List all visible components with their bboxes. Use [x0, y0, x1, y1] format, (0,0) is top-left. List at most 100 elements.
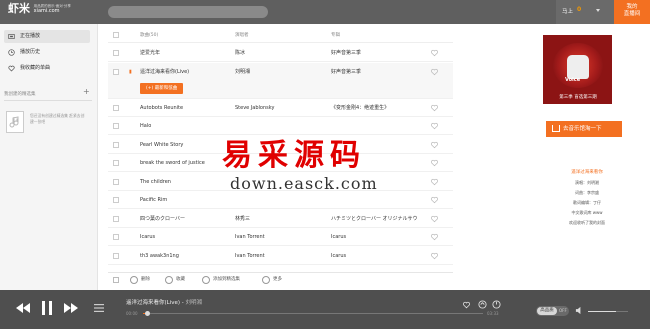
logo[interactable]: 虾米 用品质的音乐·面对·分享 xiami.com	[8, 3, 71, 15]
song-artist[interactable]: Steve Jablonsky	[235, 99, 274, 117]
progress-bar[interactable]	[143, 311, 483, 316]
heart-icon[interactable]	[430, 196, 439, 204]
row-checkbox[interactable]	[113, 178, 119, 185]
sidebar-item-label: 播放历史	[20, 49, 41, 55]
song-title[interactable]: th3 awak3n1ng	[140, 247, 179, 265]
now-playing-song[interactable]: 遥洋过海来看你(Live)	[126, 300, 180, 306]
song-album[interactable]: Icarus	[331, 228, 346, 246]
lyric-line: 词曲：李宗盛	[575, 190, 599, 195]
song-title[interactable]: Pacific Rim	[140, 191, 167, 209]
logo-domain: xiami.com	[33, 8, 60, 14]
heart-icon[interactable]	[430, 159, 439, 167]
sidebar-item-label: 我收藏的单曲	[20, 65, 51, 71]
login-link[interactable]: 马上	[562, 7, 573, 15]
search-input[interactable]	[108, 6, 268, 18]
song-album[interactable]: Icarus	[331, 247, 346, 265]
select-all-checkbox[interactable]	[113, 277, 119, 283]
song-album[interactable]: ハチミツとクローバー オリジナルサウ	[331, 210, 418, 228]
quality-toggle[interactable]: 高品质 OFF	[536, 306, 569, 316]
row-checkbox[interactable]	[113, 50, 119, 56]
row-checkbox[interactable]	[113, 68, 119, 75]
notification-count[interactable]: 0	[577, 6, 581, 13]
row-checkbox[interactable]	[113, 197, 119, 203]
cover-subtitle: 第三季 盲选第三期	[559, 95, 597, 100]
song-title[interactable]: break the sword of justice	[140, 154, 205, 172]
add-playlist-button[interactable]: +	[83, 87, 90, 96]
table-row[interactable]: Autobots Reunite Steve Jablonsky 《变形金刚4：绝迹…	[108, 99, 453, 117]
song-title[interactable]: Icarus	[140, 228, 155, 246]
select-all-checkbox[interactable]	[113, 32, 119, 38]
row-checkbox[interactable]	[113, 104, 119, 111]
song-artist[interactable]: Ivan Torrent	[235, 228, 265, 246]
table-row[interactable]: th3 awak3n1ng Ivan Torrent Icarus	[108, 247, 453, 265]
row-checkbox[interactable]	[113, 252, 119, 259]
heart-icon[interactable]	[462, 301, 471, 309]
song-title[interactable]: 四つ葉のクローバー	[140, 210, 185, 228]
history-icon	[8, 49, 15, 56]
play-latest-label: 最新和弦曲	[154, 85, 178, 91]
column-song[interactable]: 歌曲(50)	[140, 28, 158, 43]
song-title[interactable]: 逆爱光年	[140, 44, 160, 62]
favorite-button[interactable]: 收藏	[165, 275, 185, 285]
table-row[interactable]: Pacific Rim	[108, 191, 453, 209]
row-checkbox[interactable]	[113, 234, 119, 240]
song-album[interactable]: 好声音第三季	[331, 63, 361, 81]
song-artist[interactable]: 陈冰	[235, 44, 245, 62]
song-artist[interactable]: 林秀三	[235, 210, 250, 228]
row-checkbox[interactable]	[113, 160, 119, 166]
buy-music-button[interactable]: 去音乐馆淘一下	[546, 121, 622, 137]
loop-icon[interactable]	[492, 300, 501, 309]
watermark-cn: 易采源码	[222, 138, 366, 173]
heart-icon[interactable]	[430, 215, 439, 223]
song-title[interactable]: 遥洋过海来看你(Live)	[140, 63, 189, 81]
now-playing-artist[interactable]: 刘明湘	[186, 300, 203, 306]
column-album[interactable]: 专辑	[331, 28, 340, 43]
song-artist[interactable]: Ivan Torrent	[235, 247, 265, 265]
heart-icon[interactable]	[430, 141, 439, 149]
now-playing-info[interactable]: 遥洋过海来看你(Live) - 刘明湘	[126, 298, 202, 306]
playing-indicator-icon: ▮	[129, 68, 132, 75]
row-checkbox[interactable]	[113, 215, 119, 222]
my-station-button[interactable]: 我的 直播间	[614, 0, 650, 24]
volume-slider[interactable]	[588, 311, 628, 312]
sidebar-item-history[interactable]: 播放历史	[4, 46, 90, 59]
share-icon[interactable]	[478, 300, 487, 309]
play-latest-button[interactable]: (+) 最新和弦曲	[140, 82, 184, 94]
pause-icon[interactable]	[42, 301, 52, 315]
row-checkbox[interactable]	[113, 141, 119, 148]
heart-icon[interactable]	[430, 49, 439, 57]
song-album[interactable]: 好声音第三季	[331, 44, 361, 62]
volume-icon[interactable]	[575, 306, 584, 315]
add-to-collection-button[interactable]: 添加到精选集	[202, 275, 240, 285]
table-row[interactable]: Icarus Ivan Torrent Icarus	[108, 228, 453, 246]
heart-icon[interactable]	[430, 178, 439, 186]
my-station-line2: 直播间	[623, 11, 641, 17]
next-icon[interactable]	[64, 303, 78, 313]
album-cover[interactable]: Voice 第三季 盲选第三期	[543, 35, 612, 104]
delete-button[interactable]: 删除	[130, 275, 150, 285]
heart-icon[interactable]	[430, 104, 439, 112]
favorite-label: 收藏	[176, 277, 185, 282]
heart-icon[interactable]	[430, 233, 439, 241]
song-artist[interactable]: 刘明湘	[235, 63, 250, 81]
heart-icon[interactable]	[430, 252, 439, 260]
heart-icon[interactable]	[430, 122, 439, 130]
sidebar-item-now-playing[interactable]: 正在播放	[4, 30, 90, 43]
heart-icon[interactable]	[430, 68, 439, 76]
song-title[interactable]: Autobots Reunite	[140, 99, 183, 117]
column-artist[interactable]: 演唱者	[235, 28, 249, 43]
song-album[interactable]: 《变形金刚4：绝迹重生》	[331, 99, 389, 117]
song-title[interactable]: Pearl White Story	[140, 136, 183, 154]
table-row[interactable]: 逆爱光年 陈冰 好声音第三季	[108, 44, 453, 62]
song-title[interactable]: Halo	[140, 117, 151, 135]
chevron-down-icon[interactable]	[596, 9, 600, 12]
song-title[interactable]: The children	[140, 173, 171, 191]
more-button[interactable]: 更多	[262, 275, 282, 285]
table-row[interactable]: 四つ葉のクローバー 林秀三 ハチミツとクローバー オリジナルサウ	[108, 210, 453, 228]
progress-handle[interactable]	[145, 311, 150, 316]
previous-icon[interactable]	[16, 303, 30, 313]
row-checkbox[interactable]	[113, 123, 119, 129]
sidebar-item-favorites[interactable]: 我收藏的单曲	[4, 62, 90, 75]
table-row[interactable]: ▮ 遥洋过海来看你(Live) 刘明湘 好声音第三季 (+) 最新和弦曲	[108, 62, 453, 99]
playlist-icon[interactable]	[94, 304, 104, 312]
